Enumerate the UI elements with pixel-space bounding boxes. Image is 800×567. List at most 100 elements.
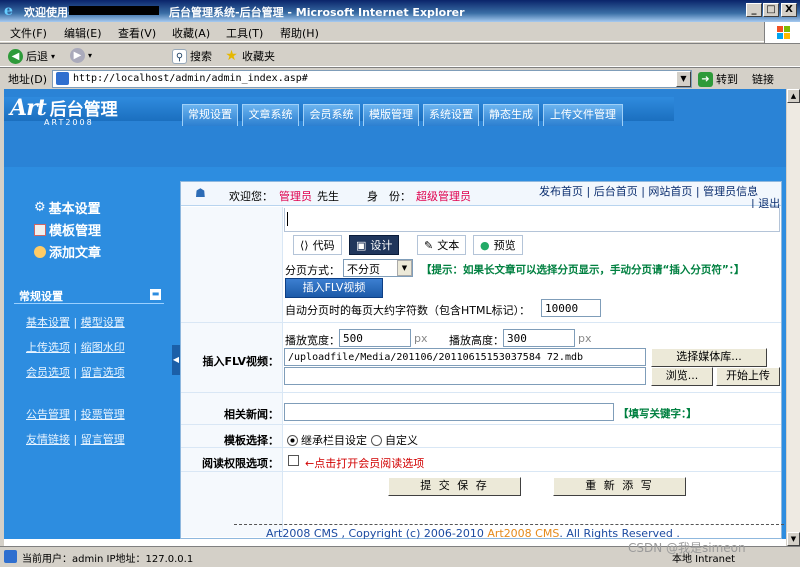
nav-tab-articles[interactable]: 文章系统	[242, 104, 299, 126]
flv-height-label: 播放高度：	[449, 334, 504, 347]
close-button[interactable]: X	[781, 3, 797, 17]
related-label: 相关新闻：	[224, 408, 279, 421]
sidebar-add-article[interactable]: 添加文章	[34, 242, 101, 261]
sidebar-link-message-options[interactable]: 留言选项	[81, 366, 125, 379]
favorites-button[interactable]: ★ 收藏夹	[224, 48, 275, 64]
scroll-down-icon[interactable]: ▼	[787, 532, 800, 546]
sidebar-basic-settings[interactable]: ⚙ 基本设置	[34, 198, 101, 217]
user-add-icon	[34, 245, 46, 258]
sidebar-link-watermark[interactable]: 缩图水印	[81, 341, 125, 354]
window-title-bar: e 欢迎使用— 后台管理系统-后台管理 - Microsoft Internet …	[0, 0, 800, 22]
maximize-button[interactable]: □	[763, 3, 779, 17]
logo-text: 后台管理	[49, 100, 118, 120]
permission-checkbox[interactable]	[288, 455, 299, 466]
nav-tab-general[interactable]: 常规设置	[182, 104, 238, 126]
flv-file-input[interactable]	[284, 367, 646, 385]
flv-width-input[interactable]	[339, 329, 411, 347]
template-option-inherit[interactable]: 继承栏目设定	[287, 432, 367, 448]
pagination-label: 分页方式：	[285, 264, 340, 277]
sidebar-sub-row: 基本设置 | 模型设置	[26, 316, 125, 329]
template-option-custom[interactable]: 自定义	[371, 432, 418, 448]
radio-unchecked	[371, 434, 382, 446]
csdn-watermark: CSDN @我是simeon	[628, 541, 746, 555]
select-media-button[interactable]: 选择媒体库...	[651, 348, 767, 367]
sidebar-link-vote[interactable]: 投票管理	[81, 408, 125, 421]
sidebar-link-member[interactable]: 会员选项	[26, 366, 70, 379]
links-label[interactable]: 链接	[752, 71, 774, 87]
insert-flv-button[interactable]: 插入FLV视频	[285, 278, 383, 298]
menu-view[interactable]: 查看(V)	[118, 25, 156, 41]
row-divider	[181, 392, 781, 393]
editor-tab-preview[interactable]: ● 预览	[473, 235, 523, 255]
nav-tab-members[interactable]: 会员系统	[303, 104, 360, 126]
link-site-home[interactable]: 网站首页	[648, 185, 692, 198]
sidebar-link-announce[interactable]: 公告管理	[26, 408, 70, 421]
sidebar-link-upload[interactable]: 上传选项	[26, 341, 70, 354]
editor-tab-text[interactable]: ✎ 文本	[417, 235, 467, 255]
scroll-up-icon[interactable]: ▲	[787, 89, 800, 103]
sidebar-collapse-arrow[interactable]: ◀	[172, 345, 180, 375]
sidebar-link-message-manage[interactable]: 留言管理	[81, 433, 125, 446]
related-input[interactable]	[284, 403, 614, 421]
minimize-button[interactable]: _	[746, 3, 762, 17]
page-icon	[56, 72, 69, 85]
vertical-scrollbar[interactable]: ▲ ▼	[786, 89, 800, 546]
link-admin-info[interactable]: 管理员信息	[703, 185, 758, 198]
menu-help[interactable]: 帮助(H)	[280, 25, 319, 41]
gear-icon: ⚙	[34, 200, 46, 215]
row-divider	[181, 322, 781, 323]
reset-button[interactable]: 重 新 添 写	[553, 477, 686, 496]
flv-path-input[interactable]	[284, 348, 646, 366]
forward-arrow-icon: ▶	[70, 48, 85, 63]
menu-file[interactable]: 文件(F)	[10, 25, 47, 41]
nav-tab-templates[interactable]: 模版管理	[363, 104, 419, 126]
nav-tab-system[interactable]: 系统设置	[423, 104, 479, 126]
label-column	[181, 207, 283, 537]
forward-button[interactable]: ▶ ▾	[70, 48, 92, 63]
address-input[interactable]: http://localhost/admin/admin_index.asp#	[52, 70, 692, 88]
link-publish-home[interactable]: 发布首页	[539, 185, 583, 198]
browse-button[interactable]: 浏览...	[651, 367, 713, 386]
status-user-ip: 当前用户：admin IP地址：127.0.0.1	[22, 554, 194, 565]
welcome-label: 欢迎您：	[229, 190, 273, 203]
template-icon	[34, 223, 46, 236]
text-cursor	[287, 212, 288, 226]
menu-tools[interactable]: 工具(T)	[226, 25, 263, 41]
link-admin-home[interactable]: 后台首页	[594, 185, 638, 198]
go-button[interactable]: ➜ 转到	[698, 71, 738, 87]
editor-tab-design[interactable]: ▣ 设计	[349, 235, 400, 255]
address-bar: 地址(D) http://localhost/admin/admin_index…	[0, 67, 800, 89]
search-button[interactable]: ⚲ 搜索	[172, 48, 212, 64]
sidebar-sub-row: 公告管理 | 投票管理	[26, 408, 125, 421]
sidebar-template-manage[interactable]: 模板管理	[34, 220, 101, 239]
design-icon: ▣	[356, 238, 367, 252]
sidebar-link-friendlinks[interactable]: 友情链接	[26, 433, 70, 446]
text-icon: ✎	[424, 238, 434, 252]
sidebar-link-model[interactable]: 模型设置	[81, 316, 125, 329]
select-arrow-icon: ▼	[397, 260, 412, 276]
flv-height-input[interactable]	[503, 329, 575, 347]
auto-page-chars-input[interactable]	[541, 299, 601, 317]
back-button[interactable]: ◀ 后退 ▾	[8, 48, 55, 64]
editor-content-area[interactable]	[284, 208, 780, 232]
related-hint: 【填写关键字：】	[618, 408, 697, 420]
copyright-text: Art2008 CMS , Copyright (c) 2006-2010 Ar…	[266, 527, 680, 540]
submit-save-button[interactable]: 提 交 保 存	[388, 477, 521, 496]
logo-subtext: ART2008	[44, 118, 94, 127]
address-dropdown[interactable]: ▼	[676, 71, 691, 87]
menu-favorites[interactable]: 收藏(A)	[172, 25, 210, 41]
collapse-section-icon[interactable]: ▬	[150, 289, 161, 300]
address-label: 地址(D)	[8, 73, 48, 86]
menu-edit[interactable]: 编辑(E)	[64, 25, 102, 41]
nav-tab-static[interactable]: 静态生成	[483, 104, 539, 126]
sidebar-sub-row: 上传选项 | 缩图水印	[26, 341, 125, 354]
start-upload-button[interactable]: 开始上传	[716, 367, 780, 386]
sidebar-link-basic[interactable]: 基本设置	[26, 316, 70, 329]
pagination-select[interactable]: 不分页 ▼	[343, 259, 413, 277]
go-arrow-icon: ➜	[698, 71, 713, 87]
star-icon: ★	[225, 47, 238, 64]
user-icon: ☗	[195, 186, 206, 200]
nav-tab-upload[interactable]: 上传文件管理	[543, 104, 623, 126]
sidebar-divider	[14, 303, 164, 304]
editor-tab-code[interactable]: ⟨⟩ 代码	[293, 235, 342, 255]
